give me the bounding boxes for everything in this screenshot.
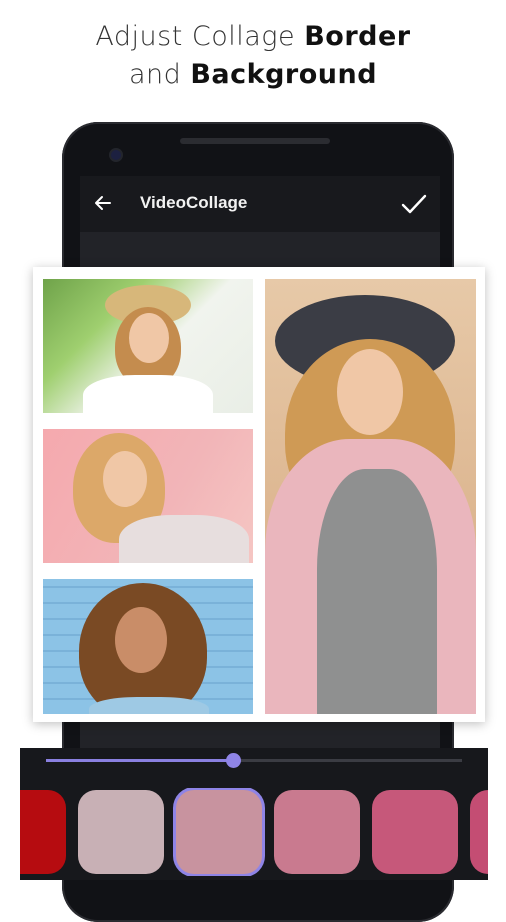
front-camera	[111, 150, 121, 160]
collage-preview	[33, 267, 485, 722]
color-swatch[interactable]	[78, 790, 164, 874]
photo-woman-pink-background[interactable]	[43, 429, 253, 563]
photo-woman-black-hat[interactable]	[265, 279, 476, 714]
phone-speaker	[180, 138, 330, 144]
headline-emphasis: Border	[304, 21, 411, 52]
headline: Adjust Collage Border and Background	[0, 18, 506, 94]
slider-thumb[interactable]	[226, 753, 242, 768]
color-swatch[interactable]	[470, 790, 488, 874]
slider-fill	[46, 759, 234, 762]
headline-line-1: Adjust Collage Border	[0, 18, 506, 56]
color-swatch[interactable]	[20, 790, 66, 874]
headline-text: Adjust Collage	[95, 21, 305, 52]
app-title: VideoCollage	[140, 193, 248, 212]
border-size-slider[interactable]	[46, 753, 462, 768]
check-icon[interactable]	[400, 190, 428, 218]
headline-text: and	[128, 59, 191, 90]
photo-woman-straw-hat[interactable]	[43, 279, 253, 413]
color-swatch[interactable]	[372, 790, 458, 874]
headline-line-2: and Background	[0, 56, 506, 94]
border-background-panel	[20, 748, 488, 880]
photo-woman-curly-hair[interactable]	[43, 579, 253, 714]
color-swatch[interactable]	[176, 790, 262, 874]
headline-emphasis: Background	[190, 59, 378, 90]
arrow-left-icon[interactable]	[90, 190, 116, 216]
color-swatch[interactable]	[274, 790, 360, 874]
app-bar: VideoCollage	[80, 176, 440, 232]
background-color-list	[20, 788, 488, 876]
